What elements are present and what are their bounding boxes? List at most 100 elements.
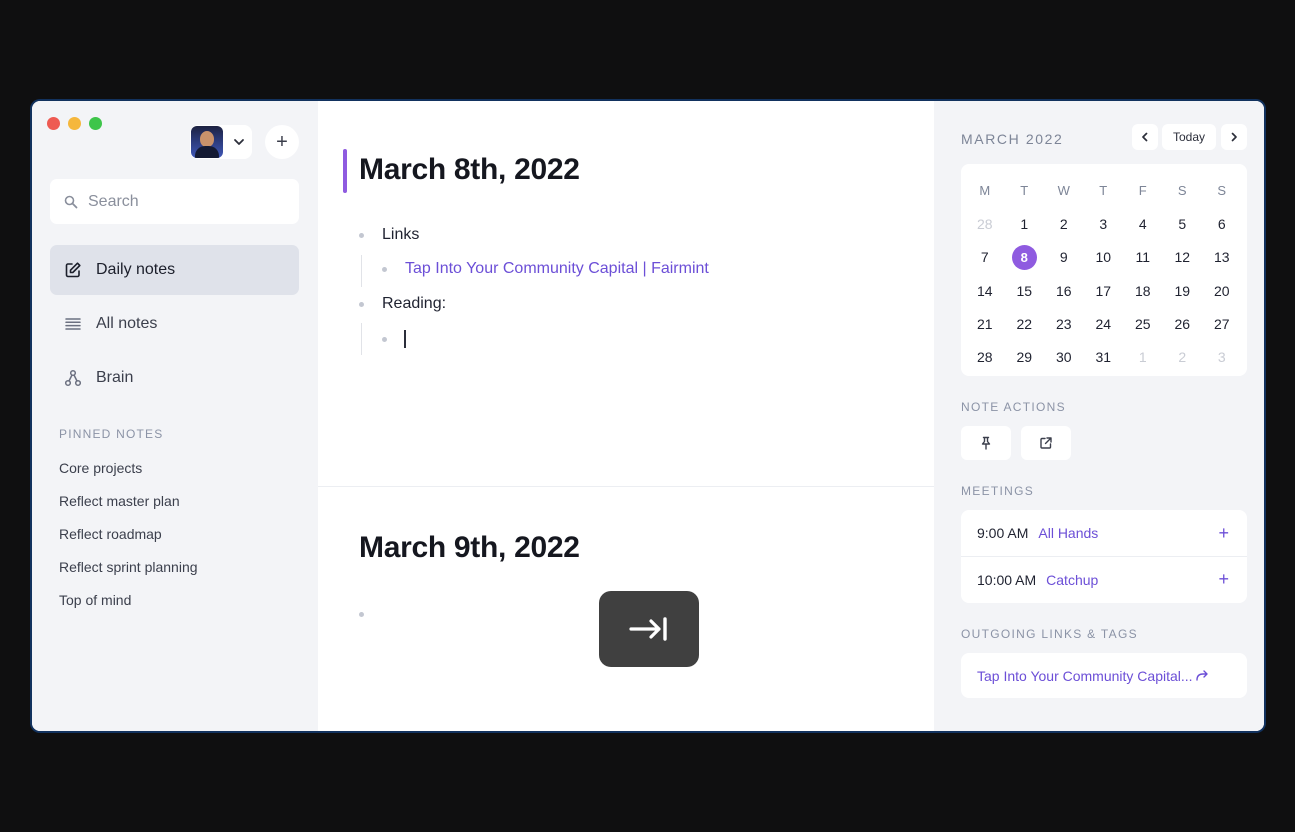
- list-item[interactable]: [359, 612, 364, 617]
- selected-day-badge: 8: [1011, 244, 1037, 270]
- pinned-note-reflect-sprint-planning[interactable]: Reflect sprint planning: [59, 557, 198, 590]
- maximize-window-button[interactable]: [89, 117, 102, 130]
- open-external-button[interactable]: [1021, 426, 1071, 460]
- new-note-button[interactable]: +: [265, 125, 299, 159]
- list-item[interactable]: Reading:: [359, 295, 446, 313]
- today-button[interactable]: Today: [1162, 124, 1216, 150]
- bullet-dot: [382, 337, 387, 342]
- calendar-day[interactable]: 1: [1005, 207, 1045, 240]
- weekday-label: M: [979, 183, 991, 199]
- calendar-day[interactable]: 10: [1084, 241, 1124, 274]
- outgoing-link[interactable]: Tap Into Your Community Capital...: [961, 653, 1247, 698]
- calendar-day[interactable]: 31: [1084, 340, 1124, 373]
- calendar-day[interactable]: 15: [1005, 274, 1045, 307]
- list-item-text: Links: [382, 226, 420, 243]
- pinned-note-reflect-master-plan[interactable]: Reflect master plan: [59, 491, 198, 524]
- calendar-day[interactable]: 23: [1044, 307, 1084, 340]
- pin-note-button[interactable]: [961, 426, 1011, 460]
- search-input[interactable]: Search: [50, 179, 299, 224]
- meeting-title[interactable]: Catchup: [1046, 572, 1098, 588]
- calendar-day[interactable]: 4: [1123, 207, 1163, 240]
- meetings-list: 9:00 AM All Hands + 10:00 AM Catchup +: [961, 510, 1247, 603]
- calendar-day[interactable]: 12: [1163, 241, 1203, 274]
- meeting-title[interactable]: All Hands: [1038, 525, 1098, 541]
- calendar-day[interactable]: 6: [1202, 207, 1242, 240]
- calendar-day[interactable]: 13: [1202, 241, 1242, 274]
- outgoing-link-text: Tap Into Your Community Capital...: [977, 667, 1193, 684]
- calendar-day[interactable]: 7: [965, 241, 1005, 274]
- tab-key-overlay: [599, 591, 699, 667]
- calendar-day-selected[interactable]: 8: [1005, 241, 1045, 274]
- calendar-day[interactable]: 28: [965, 340, 1005, 373]
- weekday-label: T: [1020, 183, 1029, 199]
- note-actions-heading: NOTE ACTIONS: [961, 400, 1066, 414]
- chevron-right-icon: [1231, 132, 1237, 142]
- list-item[interactable]: Tap Into Your Community Capital | Fairmi…: [382, 260, 709, 278]
- list-item[interactable]: Links: [359, 226, 419, 244]
- current-note-indicator: [343, 149, 347, 193]
- search-icon: [64, 195, 78, 208]
- calendar-day[interactable]: 29: [1005, 340, 1045, 373]
- calendar-day[interactable]: 3: [1202, 340, 1242, 373]
- text-cursor: [404, 330, 406, 348]
- chevron-left-icon: [1142, 132, 1148, 142]
- calendar-day[interactable]: 9: [1044, 241, 1084, 274]
- weekday-label: S: [1217, 183, 1227, 199]
- right-panel: MARCH 2022 Today M T W T F S S 28 1 2 3 …: [934, 101, 1264, 731]
- note-editor[interactable]: March 8th, 2022 Links Tap Into Your Comm…: [318, 101, 934, 731]
- note-link[interactable]: Tap Into Your Community Capital | Fairmi…: [405, 260, 709, 278]
- weekday-label: T: [1099, 183, 1108, 199]
- calendar-day[interactable]: 17: [1084, 274, 1124, 307]
- calendar-day[interactable]: 18: [1123, 274, 1163, 307]
- calendar-day[interactable]: 20: [1202, 274, 1242, 307]
- window-controls: [47, 117, 102, 130]
- calendar-day[interactable]: 1: [1123, 340, 1163, 373]
- list-item[interactable]: [382, 337, 387, 342]
- pinned-note-top-of-mind[interactable]: Top of mind: [59, 590, 198, 623]
- calendar-day[interactable]: 22: [1005, 307, 1045, 340]
- close-window-button[interactable]: [47, 117, 60, 130]
- meeting-time: 9:00 AM: [977, 525, 1029, 541]
- calendar-day[interactable]: 19: [1163, 274, 1203, 307]
- calendar-day[interactable]: 27: [1202, 307, 1242, 340]
- account-switcher[interactable]: [190, 125, 252, 159]
- prev-month-button[interactable]: [1132, 124, 1158, 150]
- next-month-button[interactable]: [1221, 124, 1247, 150]
- calendar-day[interactable]: 5: [1163, 207, 1203, 240]
- sidebar-item-all-notes[interactable]: All notes: [50, 299, 299, 349]
- calendar-day[interactable]: 2: [1044, 207, 1084, 240]
- bullet-dot: [359, 301, 364, 307]
- calendar-day[interactable]: 28: [965, 207, 1005, 240]
- calendar-day[interactable]: 11: [1123, 241, 1163, 274]
- calendar: M T W T F S S 28 1 2 3 4 5 6 7 8 9 10 11…: [961, 164, 1247, 376]
- pinned-note-reflect-roadmap[interactable]: Reflect roadmap: [59, 524, 198, 557]
- calendar-day[interactable]: 26: [1163, 307, 1203, 340]
- calendar-day[interactable]: 2: [1163, 340, 1203, 373]
- calendar-day[interactable]: 3: [1084, 207, 1124, 240]
- note-divider: [318, 486, 934, 487]
- sidebar-item-daily-notes[interactable]: Daily notes: [50, 245, 299, 295]
- pinned-notes-list: Core projects Reflect master plan Reflec…: [59, 458, 198, 623]
- calendar-day[interactable]: 24: [1084, 307, 1124, 340]
- sidebar-item-label: Brain: [96, 369, 134, 386]
- calendar-day[interactable]: 21: [965, 307, 1005, 340]
- bullet-dot: [359, 612, 364, 617]
- add-meeting-note-button[interactable]: +: [1218, 523, 1229, 544]
- weekday-label: S: [1177, 183, 1187, 199]
- graph-icon: [64, 369, 82, 387]
- pinned-note-core-projects[interactable]: Core projects: [59, 458, 198, 491]
- minimize-window-button[interactable]: [68, 117, 81, 130]
- calendar-day[interactable]: 25: [1123, 307, 1163, 340]
- outgoing-links-heading: OUTGOING LINKS & TAGS: [961, 627, 1138, 641]
- calendar-day[interactable]: 16: [1044, 274, 1084, 307]
- calendar-day[interactable]: 30: [1044, 340, 1084, 373]
- add-meeting-note-button[interactable]: +: [1218, 569, 1229, 590]
- chevron-down-icon: [234, 139, 244, 145]
- external-link-icon: [1040, 437, 1052, 449]
- sidebar-item-brain[interactable]: Brain: [50, 353, 299, 403]
- list-icon: [65, 318, 81, 330]
- meeting-row[interactable]: 9:00 AM All Hands +: [961, 510, 1247, 556]
- meeting-row[interactable]: 10:00 AM Catchup +: [961, 556, 1247, 602]
- weekday-label: F: [1138, 183, 1147, 199]
- calendar-day[interactable]: 14: [965, 274, 1005, 307]
